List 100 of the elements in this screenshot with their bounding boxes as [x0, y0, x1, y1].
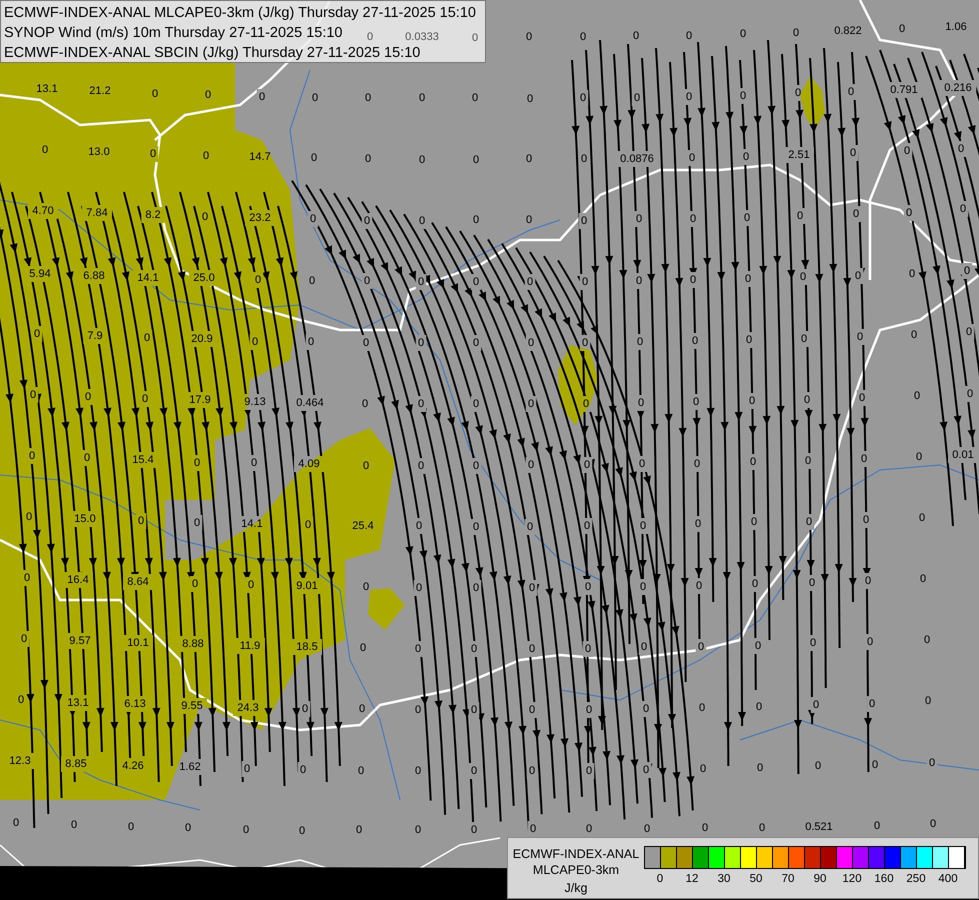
- station-value: 0: [852, 208, 860, 220]
- station-value: 0: [746, 334, 752, 346]
- station-value: 0: [470, 824, 478, 836]
- station-value: 7.9: [87, 330, 103, 342]
- station-value: 0: [362, 581, 370, 593]
- station-value: 0: [966, 388, 974, 400]
- station-value: 0: [472, 214, 480, 226]
- station-value: 1.06: [945, 21, 967, 33]
- station-value: 0: [470, 643, 478, 655]
- map-title-line: ECMWF-INDEX-ANAL MLCAPE0-3km (J/kg) Thursday 27-11-2025 15:10: [4, 4, 476, 23]
- station-value: 0: [304, 519, 312, 531]
- station-value: 0: [924, 634, 930, 646]
- station-value: 16.4: [67, 574, 89, 586]
- station-value: 0: [418, 154, 426, 166]
- station-value: 0: [638, 397, 644, 409]
- station-value: 0: [192, 578, 198, 590]
- station-value: 0: [740, 90, 746, 102]
- station-value: 0: [898, 23, 906, 35]
- station-value: 0: [804, 394, 810, 406]
- station-value: 0: [850, 147, 856, 159]
- station-value: 20.9: [191, 333, 213, 345]
- station-value: 0: [472, 582, 480, 594]
- station-value: 0: [690, 274, 696, 286]
- station-value: 0: [640, 641, 648, 653]
- station-value: 0: [70, 819, 78, 831]
- station-value: 0: [528, 398, 534, 410]
- station-value: 0: [152, 88, 158, 100]
- station-value: 11.9: [240, 640, 260, 652]
- station-value: 0: [920, 573, 926, 585]
- station-value: 0: [632, 30, 640, 42]
- station-value: 0: [526, 521, 534, 533]
- station-value: 25.4: [352, 520, 374, 532]
- station-value: 0: [958, 143, 964, 155]
- station-value: 0: [528, 765, 536, 777]
- station-value: 0: [814, 760, 822, 772]
- station-value: 4.26: [122, 760, 144, 772]
- station-value: 0: [128, 821, 134, 833]
- station-value: 0: [810, 637, 816, 649]
- station-value: 0: [530, 823, 536, 835]
- station-value: 21.2: [89, 85, 111, 97]
- map-title-line: SYNOP Wind (m/s) 10m Thursday 27-11-2025 15:10: [4, 24, 342, 43]
- station-value: 0: [586, 765, 592, 777]
- station-value: 0: [638, 458, 646, 470]
- station-value: 0: [634, 92, 640, 104]
- station-value: 0: [964, 265, 970, 277]
- station-value: 7.84: [86, 207, 108, 219]
- station-value: 0: [792, 27, 800, 39]
- station-value: 0: [756, 762, 764, 774]
- station-value: 0: [526, 214, 532, 226]
- station-value: 0: [586, 704, 592, 716]
- station-value: 0: [362, 398, 368, 410]
- station-value: 0: [636, 213, 642, 225]
- station-value: 0: [966, 326, 972, 338]
- station-value: 0: [470, 765, 478, 777]
- station-value: 0: [364, 275, 370, 287]
- station-value: 0: [636, 275, 642, 287]
- station-value: 0: [580, 31, 586, 43]
- station-value: 0: [642, 764, 650, 776]
- station-value: 0: [252, 336, 258, 348]
- station-value: 0: [244, 763, 250, 775]
- station-value: 0: [362, 337, 370, 349]
- station-value: 0: [796, 210, 804, 222]
- station-value: 0: [854, 270, 862, 282]
- station-value: 0: [312, 92, 318, 104]
- station-value: 25.0: [193, 272, 215, 284]
- legend-tick-label: 250: [906, 872, 926, 886]
- station-value: 0.464: [296, 397, 324, 409]
- station-value: 0: [812, 699, 820, 711]
- legend-tick-label: 0: [656, 872, 664, 886]
- station-value: 8.85: [65, 758, 87, 770]
- station-value: 0: [300, 764, 306, 776]
- station-value: 0: [418, 398, 424, 410]
- station-value: 0: [862, 514, 870, 526]
- station-value: 0: [250, 457, 258, 469]
- legend-tick-label: 400: [938, 872, 958, 886]
- station-value: 0: [526, 153, 532, 165]
- station-value: 0: [856, 331, 864, 343]
- station-value: 0: [418, 276, 424, 288]
- station-value: 0: [360, 642, 366, 654]
- station-value: 0: [758, 822, 766, 834]
- station-value: 0: [416, 520, 422, 532]
- legend-title: ECMWF-INDEX-ANAL: [512, 846, 640, 862]
- station-value: 0: [858, 392, 866, 404]
- station-value: 0.791: [890, 84, 918, 96]
- station-value: 0: [742, 151, 750, 163]
- station-value: 0: [356, 824, 362, 836]
- station-value: 0: [696, 580, 702, 592]
- legend-tick-label: 30: [718, 872, 730, 886]
- station-value: 0: [364, 153, 372, 165]
- station-value: 15.4: [132, 454, 154, 466]
- station-value: 0: [418, 460, 424, 472]
- station-value: 0: [864, 575, 872, 587]
- station-value: 0: [414, 765, 422, 777]
- station-value: 0: [472, 398, 480, 410]
- station-value: 8.64: [127, 576, 149, 588]
- station-value: 0: [692, 396, 700, 408]
- station-value: 0.0333: [405, 31, 439, 43]
- station-value: 0: [194, 457, 200, 469]
- station-value: 0: [242, 824, 250, 836]
- station-value: 0: [744, 212, 750, 224]
